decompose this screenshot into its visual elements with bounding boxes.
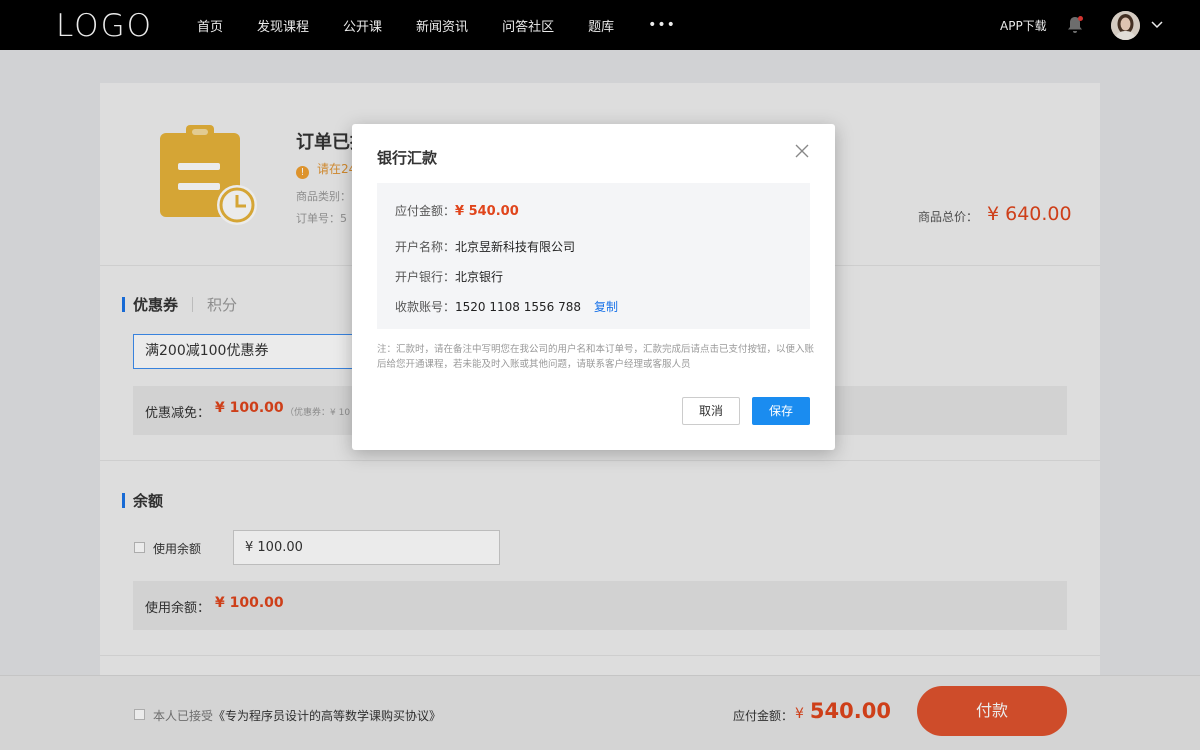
account-number-value: 1520 1108 1556 788 [455,300,581,314]
copy-button[interactable]: 复制 [594,300,618,314]
amount-row: 应付金额：¥ 540.00 [395,202,519,219]
account-name-label: 开户名称： [395,240,456,254]
transfer-note: 注：汇款时，请在备注中写明您在我公司的用户名和本订单号，汇款完成后请点击已支付按… [377,344,815,370]
amount-label: 应付金额： [395,204,456,218]
bank-value: 北京银行 [455,270,504,284]
save-button[interactable]: 保存 [752,397,810,425]
bank-row: 开户银行：北京银行 [395,268,503,285]
amount-value: ¥ 540.00 [455,204,519,219]
close-icon[interactable] [795,144,809,158]
bank-label: 开户银行： [395,270,456,284]
dialog-title: 银行汇款 [377,149,438,167]
bank-info-panel: 应付金额：¥ 540.00 开户名称：北京昱新科技有限公司 开户银行：北京银行 … [377,183,810,329]
cancel-button[interactable]: 取消 [682,397,740,425]
account-number-label: 收款账号： [395,300,456,314]
account-name-row: 开户名称：北京昱新科技有限公司 [395,238,575,255]
account-name-value: 北京昱新科技有限公司 [455,240,576,254]
bank-transfer-dialog: 银行汇款 应付金额：¥ 540.00 开户名称：北京昱新科技有限公司 开户银行：… [352,124,835,450]
account-number-row: 收款账号：1520 1108 1556 788 复制 [395,298,618,315]
